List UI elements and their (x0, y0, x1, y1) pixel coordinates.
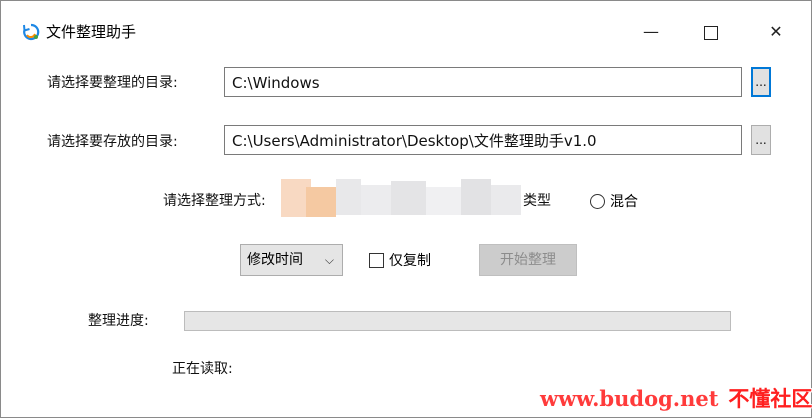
maximize-button[interactable] (691, 21, 731, 43)
sort-field-value: 修改时间 (247, 252, 303, 268)
start-organize-button[interactable]: 开始整理 (479, 244, 577, 276)
app-refresh-icon (23, 23, 40, 41)
status-label: 正在读取: (172, 361, 233, 377)
title-bar[interactable]: 文件整理助手 — ✕ (1, 1, 811, 41)
source-browse-button[interactable]: ... (751, 67, 771, 97)
radio-unchecked-icon (590, 193, 605, 209)
app-window: 文件整理助手 — ✕ 请选择要整理的目录: C:\Windows ... 请选择… (0, 0, 812, 418)
sort-mode-type-label: 类型 (523, 193, 551, 209)
source-dir-input[interactable]: C:\Windows (224, 67, 742, 97)
source-dir-label: 请选择要整理的目录: (47, 75, 178, 91)
sort-mode-label: 请选择整理方式: (163, 193, 266, 209)
progress-label: 整理进度: (88, 313, 149, 329)
watermark-url: www.budog.net (540, 386, 719, 411)
minimize-button[interactable]: — (631, 21, 671, 43)
minimize-icon: — (643, 22, 659, 41)
window-title: 文件整理助手 (46, 23, 137, 41)
progress-bar (184, 311, 731, 331)
checkbox-unchecked-icon (369, 252, 384, 268)
site-watermark: www.budog.net 不懂社区 (540, 385, 812, 415)
close-icon: ✕ (769, 22, 783, 41)
sort-mode-mix-label: 混合 (610, 194, 638, 210)
target-browse-button[interactable]: ... (751, 125, 771, 155)
chevron-down-icon: ⌵ (324, 253, 334, 267)
maximize-icon (704, 26, 718, 40)
copy-only-checkbox[interactable]: 仅复制 (369, 250, 431, 270)
target-dir-input[interactable]: C:\Users\Administrator\Desktop\文件整理助手v1.… (224, 125, 742, 155)
target-dir-label: 请选择要存放的目录: (47, 134, 178, 150)
sort-mode-options-redacted (281, 179, 543, 217)
close-button[interactable]: ✕ (756, 21, 796, 43)
sort-field-select[interactable]: 修改时间 ⌵ (240, 244, 343, 276)
watermark-site-name: 不懂社区 (728, 386, 812, 411)
sort-mode-mix-radio[interactable]: 混合 (590, 191, 638, 211)
copy-only-label: 仅复制 (389, 253, 431, 269)
